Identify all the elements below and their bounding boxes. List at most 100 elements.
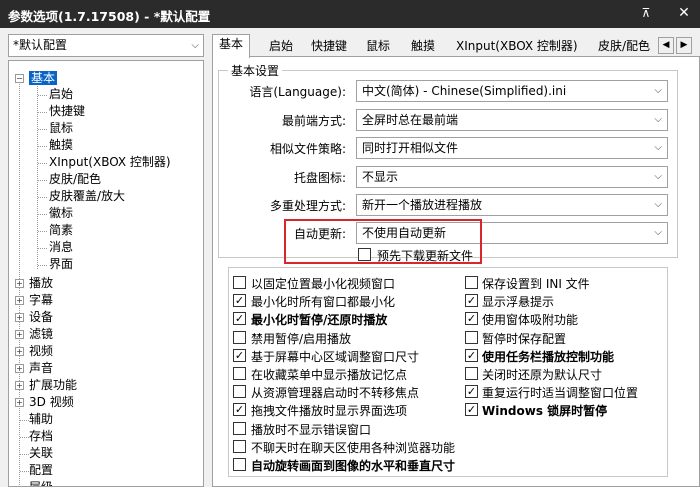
- option-checkbox[interactable]: ✓: [233, 312, 246, 325]
- option-checkbox[interactable]: [233, 385, 246, 398]
- tree-item[interactable]: 徽标: [49, 205, 73, 222]
- tree-item-label: 播放: [29, 276, 54, 290]
- chevron-down-icon: ⌵: [191, 40, 199, 51]
- setting-dropdown-value: 新开一个播放进程播放: [362, 198, 483, 212]
- tree-guide-line: [38, 265, 47, 266]
- tree-item-label: 3D 视频: [29, 395, 74, 409]
- category-tree[interactable]: 基本 − 启始 快捷键 鼠标 触摸 XInput(XBOX 控制器) 皮肤/配色皮肤覆盖/放大…: [8, 60, 204, 487]
- option-checkbox[interactable]: [233, 458, 246, 471]
- expand-icon[interactable]: +: [15, 330, 24, 339]
- option-label: 重复运行时适当调整窗口位置: [482, 386, 639, 400]
- expand-icon[interactable]: +: [15, 381, 24, 390]
- setting-dropdown[interactable]: 中文(简体) - Chinese(Simplified).ini ⌵: [356, 80, 668, 102]
- tree-item[interactable]: 设备: [29, 309, 53, 326]
- tree-item[interactable]: 视频: [29, 343, 53, 360]
- tree-item-label: 视频: [29, 344, 54, 358]
- option-checkbox[interactable]: [465, 331, 478, 344]
- tab[interactable]: 快捷键: [304, 36, 354, 57]
- tree-item[interactable]: 皮肤覆盖/放大: [49, 188, 125, 205]
- tree-item[interactable]: 消息: [49, 239, 73, 256]
- option-label: 显示浮悬提示: [482, 295, 555, 309]
- tree-guide-line: [38, 231, 47, 232]
- setting-dropdown[interactable]: 同时打开相似文件 ⌵: [356, 137, 668, 159]
- chevron-down-icon: ⌵: [654, 227, 662, 238]
- option-checkbox[interactable]: ✓: [233, 403, 246, 416]
- tab[interactable]: 触摸: [404, 36, 442, 57]
- option-label: 暂停时保存配置: [482, 332, 567, 346]
- setting-dropdown[interactable]: 新开一个播放进程播放 ⌵: [356, 194, 668, 216]
- option-checkbox[interactable]: ✓: [233, 349, 246, 362]
- setting-dropdown[interactable]: 全屏时总在最前端 ⌵: [356, 109, 668, 131]
- tree-item[interactable]: 层级: [29, 479, 53, 486]
- option-label: 使用窗体吸附功能: [482, 313, 579, 327]
- option-checkbox[interactable]: [233, 440, 246, 453]
- option-label: 不聊天时在聊天区使用各种浏览器功能: [251, 441, 456, 455]
- tree-item-label: 皮肤/配色: [49, 172, 102, 186]
- option-checkbox[interactable]: [233, 276, 246, 289]
- tree-item[interactable]: 关联: [29, 445, 53, 462]
- option-label: 最小化时所有窗口都最小化: [251, 295, 396, 309]
- profile-select[interactable]: *默认配置 ⌵: [8, 34, 204, 57]
- expand-icon[interactable]: +: [15, 364, 24, 373]
- tree-item[interactable]: 辅助: [29, 411, 53, 428]
- option-checkbox[interactable]: [233, 331, 246, 344]
- option-label: 关闭时还原为默认尺寸: [482, 368, 603, 382]
- expand-icon[interactable]: +: [15, 398, 24, 407]
- chevron-down-icon: ⌵: [654, 171, 662, 182]
- tab[interactable]: 基本: [212, 34, 251, 58]
- option-checkbox[interactable]: [233, 367, 246, 380]
- option-label: 使用任务栏播放控制功能: [482, 350, 615, 364]
- tree-item[interactable]: 简素: [49, 222, 73, 239]
- tree-item[interactable]: 字幕: [29, 292, 53, 309]
- tree-item-label: 字幕: [29, 293, 54, 307]
- tree-item[interactable]: 配置: [29, 462, 53, 479]
- tree-item[interactable]: 快捷键: [49, 103, 85, 120]
- tree-item[interactable]: 播放: [29, 275, 53, 292]
- setting-dropdown[interactable]: 不显示 ⌵: [356, 166, 668, 188]
- option-checkbox[interactable]: ✓: [465, 294, 478, 307]
- tab[interactable]: 启始: [262, 36, 300, 57]
- tree-item[interactable]: 扩展功能: [29, 377, 77, 394]
- tree-item[interactable]: XInput(XBOX 控制器): [49, 154, 171, 171]
- option-checkbox[interactable]: [233, 422, 246, 435]
- tree-item-label: 存档: [29, 429, 54, 443]
- tab-scroll-left-icon[interactable]: ◀: [658, 37, 674, 54]
- tree-item-label: 基本: [29, 71, 58, 85]
- tree-guide-line: [38, 129, 47, 130]
- tree-item[interactable]: 鼠标: [49, 120, 73, 137]
- tree-item[interactable]: 触摸: [49, 137, 73, 154]
- tab[interactable]: 鼠标: [359, 36, 397, 57]
- tree-item[interactable]: 基本: [29, 70, 58, 87]
- tree-item-label: 声音: [29, 361, 54, 375]
- tree-item[interactable]: 3D 视频: [29, 394, 74, 411]
- expand-icon[interactable]: +: [15, 279, 24, 288]
- setting-label: 托盘图标:: [293, 171, 346, 185]
- option-checkbox[interactable]: [465, 276, 478, 289]
- tree-item[interactable]: 滤镜: [29, 326, 53, 343]
- tree-guide-line: [20, 471, 29, 472]
- expand-icon[interactable]: +: [15, 313, 24, 322]
- expand-icon[interactable]: +: [15, 347, 24, 356]
- tree-guide-line: [38, 214, 47, 215]
- tree-item[interactable]: 界面: [49, 256, 73, 273]
- tree-item[interactable]: 存档: [29, 428, 53, 445]
- tree-item[interactable]: 启始: [49, 86, 73, 103]
- tree-item[interactable]: 声音: [29, 360, 53, 377]
- option-checkbox[interactable]: ✓: [465, 403, 478, 416]
- expand-icon[interactable]: +: [15, 296, 24, 305]
- tab[interactable]: 皮肤/配色: [591, 36, 657, 57]
- option-checkbox[interactable]: ✓: [465, 349, 478, 362]
- pin-icon[interactable]: ⊼: [638, 5, 654, 21]
- option-checkbox[interactable]: [465, 367, 478, 380]
- option-checkbox[interactable]: ✓: [233, 294, 246, 307]
- tab[interactable]: XInput(XBOX 控制器): [449, 36, 585, 57]
- option-checkbox[interactable]: ✓: [465, 312, 478, 325]
- setting-label: 多重处理方式:: [269, 199, 346, 213]
- close-icon[interactable]: ✕: [676, 5, 692, 21]
- option-checkbox[interactable]: ✓: [465, 385, 478, 398]
- tree-item[interactable]: 皮肤/配色: [49, 171, 101, 188]
- tab-scroll-right-icon[interactable]: ▶: [676, 37, 692, 54]
- predownload-checkbox[interactable]: [358, 248, 371, 261]
- title-bar: 参数选项(1.7.17508) - *默认配置 ⊼ ✕: [0, 0, 700, 28]
- collapse-icon[interactable]: −: [15, 74, 24, 83]
